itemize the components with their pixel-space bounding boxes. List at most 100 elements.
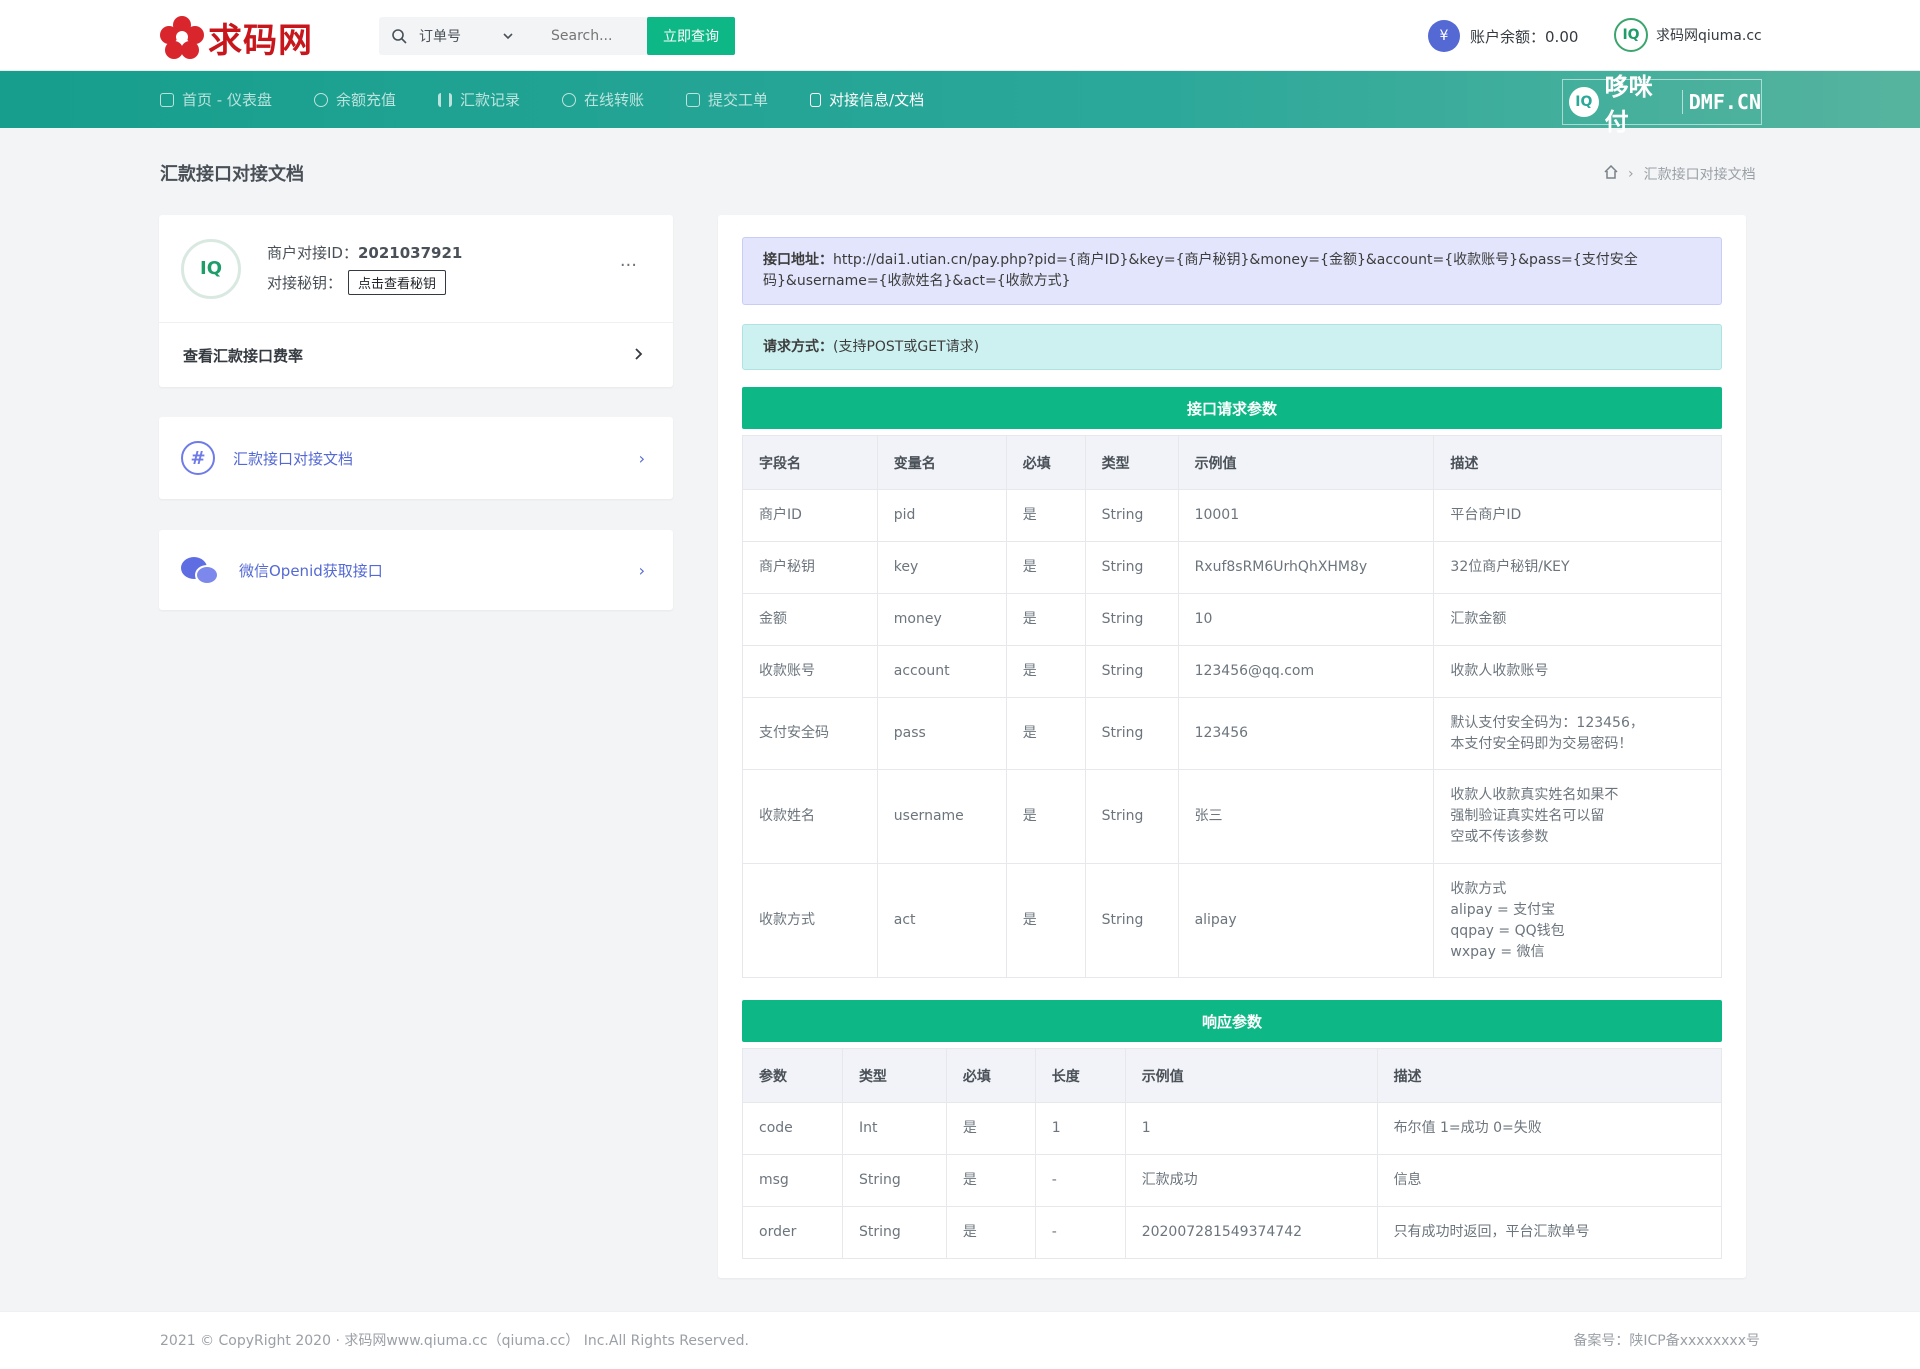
table-row: 商户秘钥 key 是 String Rxuf8sRM6UrhQhXHM8y 32位商户秘钥… [742,541,1722,594]
table-cell: order [742,1206,843,1259]
table-cell: alipay [1177,863,1435,978]
table-cell: 商户秘钥 [742,541,878,594]
nav-label: 首页 - 仪表盘 [182,91,272,109]
column-header: 长度 [1034,1048,1126,1103]
nav-item-ticket[interactable]: 提交工单 [686,89,768,110]
edit-icon [686,92,700,107]
table-cell: 是 [1005,489,1086,542]
nav-item-remit-records[interactable]: 汇款记录 [437,89,520,110]
site-logo[interactable]: 求码网 [160,13,313,62]
yen-icon: ¥ [1428,20,1460,52]
request-params-title: 接口请求参数 [742,387,1722,429]
hash-icon: # [181,441,215,475]
table-cell: String [1084,697,1179,770]
table-cell: act [876,863,1007,978]
column-header: 字段名 [742,435,878,490]
table-cell: 32位商户秘钥/KEY [1433,541,1722,594]
table-cell: 收款方式 [742,863,878,978]
chevron-right-icon: › [638,560,645,580]
wechat-icon [181,555,219,585]
rate-link[interactable]: 查看汇款接口费率 [159,323,673,387]
table-row: msg String 是 - 汇款成功 信息 [742,1154,1723,1207]
bar-chart-icon [437,92,452,107]
nav-item-recharge[interactable]: 余额充值 [313,89,396,110]
icp-number[interactable]: 备案号：陕ICP备xxxxxxxx号 [1573,1330,1760,1350]
merchant-id-label: 商户对接ID： [267,244,358,262]
response-params-title: 响应参数 [742,1000,1722,1042]
table-cell: 平台商户ID [1433,489,1722,542]
table-cell: 123456 [1177,697,1435,770]
table-row: 金额 money 是 String 10 汇款金额 [742,593,1722,646]
view-key-button[interactable]: 点击查看秘钥 [348,270,447,295]
table-row: 收款账号 account 是 String 123456@qq.com 收款人收款账号 [742,645,1722,698]
document-icon [810,92,822,107]
column-header: 示例值 [1177,435,1435,490]
table-cell: 202007281549374742 [1124,1206,1378,1259]
breadcrumb: › 汇款接口对接文档 [1604,164,1756,184]
table-cell: 是 [945,1102,1036,1155]
sidebar-item-wechat-openid[interactable]: 微信Openid获取接口 › [159,530,673,610]
balance-value: 0.00 [1545,27,1579,46]
table-cell: 是 [1005,863,1086,978]
account-balance[interactable]: ¥ 账户余额：0.00 [1428,20,1624,52]
username: 求码网qiuma.cc [1656,28,1762,44]
merchant-avatar: IQ [181,238,241,299]
table-cell: 收款人收款真实姓名如果不 强制验证真实姓名可以留 空或不传该参数 [1433,769,1722,864]
search-icon [379,17,419,55]
api-method-label: 请求方式： [763,338,833,355]
table-cell: 是 [1005,593,1086,646]
table-cell: money [876,593,1007,646]
nav-item-dashboard[interactable]: 首页 - 仪表盘 [160,89,272,110]
table-cell: Rxuf8sRM6UrhQhXHM8y [1177,541,1435,594]
table-cell: 收款人收款账号 [1433,645,1722,698]
search-input[interactable] [529,28,639,44]
table-cell: 是 [1005,541,1086,594]
table-cell: 是 [945,1206,1036,1259]
nav-item-transfer[interactable]: 在线转账 [561,89,644,110]
chevron-right-icon: › [638,448,645,468]
partner-logo[interactable]: IQ 哆咪付 DMF.CN [1562,73,1762,136]
column-header: 描述 [1433,435,1722,490]
table-cell: 金额 [742,593,878,646]
table-cell: String [1084,593,1179,646]
table-cell: account [876,645,1007,698]
sidebar-item-label: 汇款接口对接文档 [233,449,354,468]
table-cell: 是 [1005,769,1086,864]
nav-item-docs[interactable]: 对接信息/文档 [810,89,924,110]
table-cell: 是 [1005,697,1086,770]
nav-label: 提交工单 [708,91,769,109]
query-button[interactable]: 立即查询 [647,17,735,55]
table-cell: 布尔值 1=成功 0=失败 [1376,1102,1723,1155]
chevron-down-icon [503,28,513,44]
sidebar-item-remit-docs[interactable]: # 汇款接口对接文档 › [159,417,673,499]
column-header: 必填 [1005,435,1086,490]
search-type-select[interactable]: 订单号 [419,26,529,46]
breadcrumb-separator: › [1628,166,1634,182]
table-row: 支付安全码 pass 是 String 123456 默认支付安全码为：123456， 本… [742,697,1722,770]
table-cell: key [876,541,1007,594]
table-cell: 123456@qq.com [1177,645,1435,698]
table-header-row: 字段名 变量名 必填 类型 示例值 描述 [742,435,1722,490]
table-cell: - [1034,1154,1126,1207]
table-cell: 张三 [1177,769,1435,864]
merchant-key: 对接秘钥： 点击查看秘钥 [267,270,462,295]
nav-label: 余额充值 [335,91,396,109]
merchant-card-header: IQ 商户对接ID：2021037921 对接秘钥： 点击查看秘钥 ··· [159,215,673,323]
column-header: 参数 [742,1048,843,1103]
api-url: http://dai1.utian.cn/pay.php?pid={商户ID}&… [763,252,1638,289]
request-params-table: 字段名 变量名 必填 类型 示例值 描述 商户ID pid 是 String 10001 平台商户I… [742,435,1722,978]
merchant-id-value: 2021037921 [357,244,463,262]
table-cell: 收款方式 alipay = 支付宝 qqpay = QQ钱包 wxpay = 微… [1433,863,1722,978]
table-cell: String [1084,863,1179,978]
user-menu[interactable]: IQ 求码网qiuma.cc [1614,18,1762,52]
table-cell: msg [742,1154,843,1207]
home-icon[interactable] [1604,164,1618,183]
chevron-right-icon [635,346,643,364]
search-type-label: 订单号 [419,29,461,45]
column-header: 类型 [841,1048,947,1103]
more-icon[interactable]: ··· [620,255,637,276]
table-header-row: 参数 类型 必填 长度 示例值 描述 [742,1048,1723,1103]
main-nav: 首页 - 仪表盘 余额充值 汇款记录 在线转账 提交工单 对接信息/文档 IQ … [0,71,1920,136]
table-cell: 10001 [1177,489,1435,542]
nav-label: 在线转账 [583,91,644,109]
